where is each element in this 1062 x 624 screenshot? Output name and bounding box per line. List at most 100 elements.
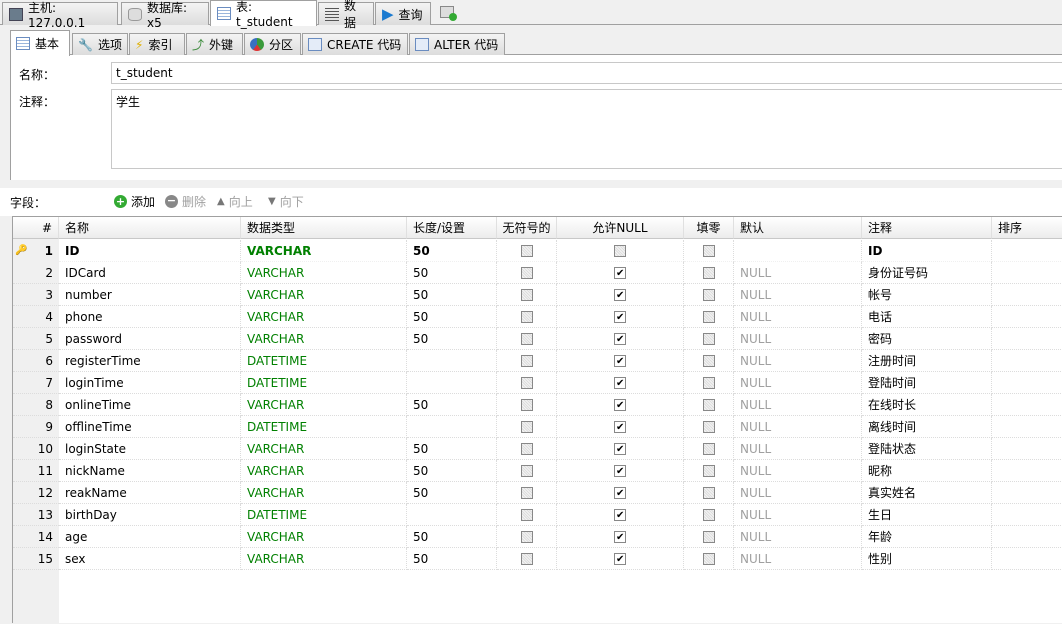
comment-cell[interactable]: 在线时长 (862, 394, 992, 416)
length-cell[interactable]: 50 (407, 460, 497, 482)
subtab-basic[interactable]: 基本 (10, 30, 70, 56)
checkbox[interactable] (614, 285, 626, 307)
unsigned-cell[interactable] (497, 548, 557, 570)
checkbox[interactable] (520, 266, 533, 279)
zerofill-cell[interactable] (684, 240, 734, 262)
comment-cell[interactable]: 密码 (862, 328, 992, 350)
checkbox[interactable] (702, 266, 715, 279)
column-header-unsigned[interactable]: 无符号的 (497, 217, 557, 239)
unsigned-cell[interactable] (497, 240, 557, 262)
allow-null-cell[interactable] (557, 350, 684, 373)
checkbox[interactable] (614, 439, 626, 461)
subtab-indexes[interactable]: ⚡ 索引 (129, 33, 185, 55)
sort-cell[interactable] (992, 548, 1062, 570)
data-type-cell[interactable]: VARCHAR (241, 548, 407, 570)
zerofill-cell[interactable] (684, 438, 734, 460)
length-cell[interactable] (407, 350, 497, 372)
field-name-cell[interactable]: loginTime (59, 372, 241, 394)
checkbox[interactable] (520, 464, 533, 477)
checkbox[interactable] (702, 398, 715, 411)
checkbox[interactable] (520, 332, 533, 345)
data-type-cell[interactable]: DATETIME (241, 416, 407, 438)
move-up-button[interactable]: ▲ 向上 (217, 193, 253, 210)
column-header-sort[interactable]: 排序 (992, 217, 1062, 239)
checkbox[interactable] (702, 310, 715, 323)
allow-null-cell[interactable] (557, 328, 684, 351)
new-query-tab-icon[interactable] (440, 6, 457, 21)
checkbox[interactable] (702, 288, 715, 301)
sort-cell[interactable] (992, 526, 1062, 548)
zerofill-cell[interactable] (684, 416, 734, 438)
data-type-cell[interactable]: VARCHAR (241, 438, 407, 460)
checkbox[interactable] (614, 505, 626, 527)
zerofill-cell[interactable] (684, 262, 734, 284)
checkbox[interactable] (614, 263, 626, 285)
column-header-zerofill[interactable]: 填零 (684, 217, 734, 239)
zerofill-cell[interactable] (684, 284, 734, 306)
comment-cell[interactable]: 年龄 (862, 526, 992, 548)
table-row[interactable]: 5 passwordVARCHAR50 NULL密码 (13, 328, 1062, 351)
length-cell[interactable]: 50 (407, 482, 497, 504)
sort-cell[interactable] (992, 460, 1062, 482)
checkbox[interactable] (702, 486, 715, 499)
default-cell[interactable]: NULL (734, 460, 862, 482)
allow-null-cell[interactable] (557, 372, 684, 395)
checkbox[interactable] (702, 420, 715, 433)
checkbox[interactable] (702, 530, 715, 543)
data-type-cell[interactable]: VARCHAR (241, 240, 407, 262)
checkbox[interactable] (520, 508, 533, 521)
comment-cell[interactable]: ID (862, 240, 992, 262)
field-name-cell[interactable]: password (59, 328, 241, 350)
tab-host[interactable]: 主机: 127.0.0.1 (2, 1, 118, 30)
sort-cell[interactable] (992, 328, 1062, 350)
length-cell[interactable]: 50 (407, 306, 497, 328)
field-name-cell[interactable]: sex (59, 548, 241, 570)
checkbox[interactable] (520, 376, 533, 389)
checkbox[interactable] (520, 398, 533, 411)
table-row[interactable]: 6 registerTimeDATETIME NULL注册时间 (13, 350, 1062, 373)
allow-null-cell[interactable] (557, 460, 684, 483)
move-down-button[interactable]: ▼ 向下 (268, 193, 304, 210)
sort-cell[interactable] (992, 262, 1062, 284)
checkbox[interactable] (520, 244, 533, 257)
unsigned-cell[interactable] (497, 460, 557, 482)
checkbox[interactable] (614, 307, 626, 329)
comment-cell[interactable]: 性别 (862, 548, 992, 570)
checkbox[interactable] (702, 464, 715, 477)
table-row[interactable]: 7 loginTimeDATETIME NULL登陆时间 (13, 372, 1062, 395)
allow-null-cell[interactable] (557, 394, 684, 417)
checkbox[interactable] (520, 442, 533, 455)
data-type-cell[interactable]: VARCHAR (241, 306, 407, 328)
checkbox[interactable] (520, 354, 533, 367)
unsigned-cell[interactable] (497, 372, 557, 394)
comment-cell[interactable]: 帐号 (862, 284, 992, 306)
column-header-comment[interactable]: 注释 (862, 217, 992, 239)
default-cell[interactable]: NULL (734, 262, 862, 284)
default-cell[interactable]: NULL (734, 372, 862, 394)
field-name-cell[interactable]: reakName (59, 482, 241, 504)
default-cell[interactable]: NULL (734, 394, 862, 416)
zerofill-cell[interactable] (684, 460, 734, 482)
sort-cell[interactable] (992, 482, 1062, 504)
unsigned-cell[interactable] (497, 504, 557, 526)
zerofill-cell[interactable] (684, 306, 734, 328)
allow-null-cell[interactable] (557, 482, 684, 505)
table-row[interactable]: 9 offlineTimeDATETIME NULL离线时间 (13, 416, 1062, 439)
tab-data[interactable]: 数据 (318, 0, 374, 30)
tab-table[interactable]: 表: t_student (210, 0, 317, 29)
length-cell[interactable]: 50 (407, 328, 497, 350)
table-name-input[interactable]: t_student (111, 62, 1062, 84)
data-type-cell[interactable]: VARCHAR (241, 394, 407, 416)
checkbox[interactable] (520, 530, 533, 543)
zerofill-cell[interactable] (684, 328, 734, 350)
subtab-foreign-keys[interactable]: ⤴ 外键 (186, 33, 243, 55)
length-cell[interactable] (407, 504, 497, 526)
column-header-length[interactable]: 长度/设置 (407, 217, 497, 239)
allow-null-cell[interactable] (557, 306, 684, 329)
checkbox[interactable] (614, 373, 626, 395)
unsigned-cell[interactable] (497, 262, 557, 284)
table-row[interactable]: 10 loginStateVARCHAR50 NULL登陆状态 (13, 438, 1062, 461)
checkbox[interactable] (520, 310, 533, 323)
data-type-cell[interactable]: DATETIME (241, 504, 407, 526)
data-type-cell[interactable]: VARCHAR (241, 526, 407, 548)
